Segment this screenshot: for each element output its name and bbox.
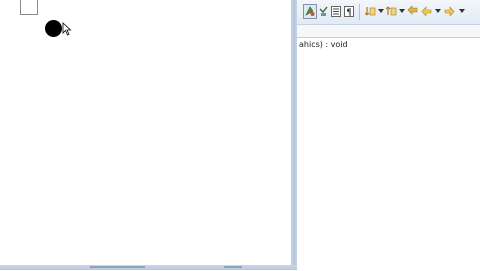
paragraph-icon[interactable]: ¶: [344, 5, 354, 18]
drawing-canvas[interactable]: [0, 0, 291, 270]
paint-shape-icon[interactable]: [303, 4, 317, 19]
last-edit-icon[interactable]: [407, 5, 419, 18]
ide-toolbar: ¶: [297, 0, 480, 25]
toggle-mark-icon[interactable]: [319, 5, 328, 18]
svg-text:¶: ¶: [346, 8, 352, 18]
back-icon[interactable]: [421, 5, 433, 18]
forward-dropdown-icon[interactable]: [459, 9, 465, 13]
outline-pane[interactable]: ahics) : void: [297, 37, 480, 271]
next-annotation-icon[interactable]: [365, 5, 376, 18]
resize-grip[interactable]: [224, 266, 242, 268]
toolbar-separator: [359, 4, 360, 20]
rectangle-shape: [20, 0, 38, 15]
forward-icon[interactable]: [443, 5, 455, 18]
mouse-pointer-icon: [62, 22, 72, 36]
show-whitespace-icon[interactable]: [331, 5, 341, 18]
method-signature[interactable]: ahics) : void: [299, 40, 348, 49]
next-annotation-dropdown-icon[interactable]: [378, 9, 384, 13]
editor-header-area: [297, 25, 480, 37]
back-dropdown-icon[interactable]: [435, 9, 441, 13]
circle-shape: [45, 20, 62, 37]
resize-grip[interactable]: [90, 266, 145, 268]
ide-window: ¶ ahics) : void: [297, 0, 480, 271]
window-frame-bottom[interactable]: [0, 265, 297, 270]
previous-annotation-icon[interactable]: [386, 5, 397, 18]
previous-annotation-dropdown-icon[interactable]: [399, 9, 405, 13]
